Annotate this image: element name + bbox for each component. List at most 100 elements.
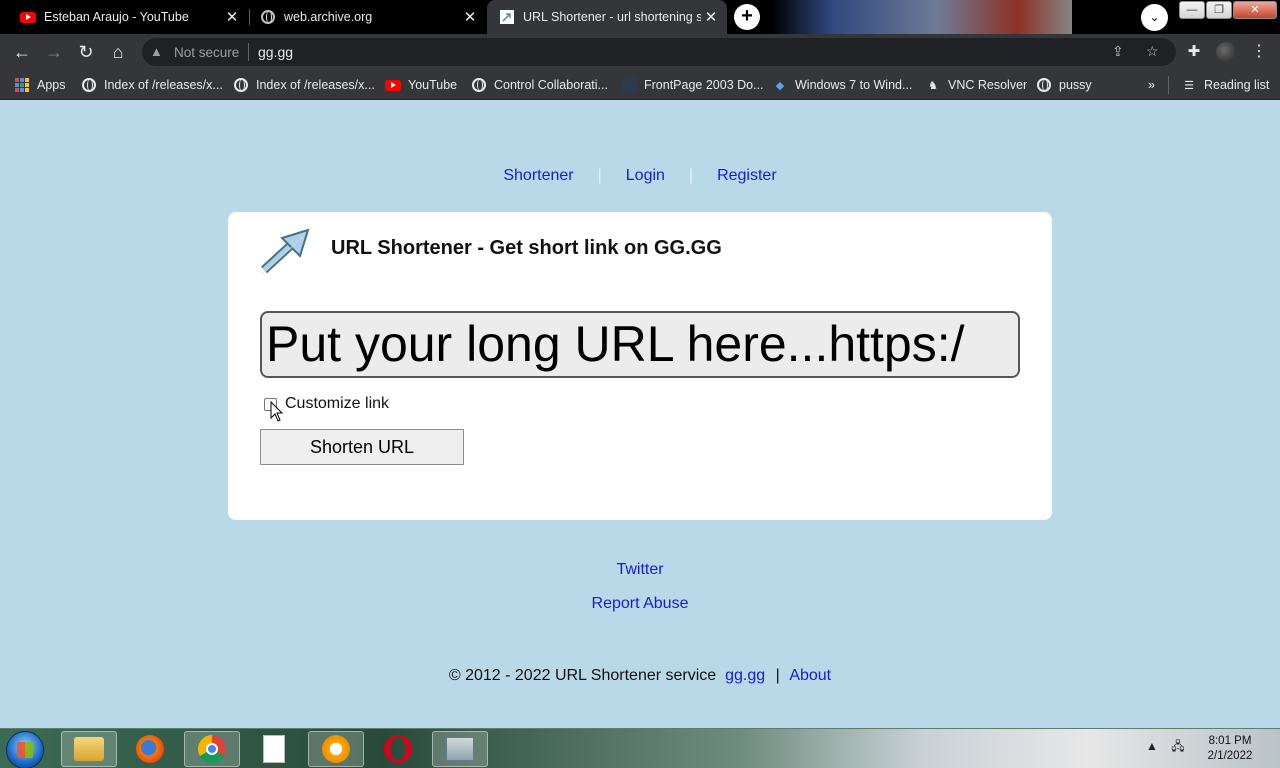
back-icon[interactable]: ← xyxy=(10,40,34,64)
system-clock[interactable]: 8:01 PM 2/1/2022 xyxy=(1200,734,1260,764)
close-window-button[interactable]: ✕ xyxy=(1233,1,1277,19)
bookmark-label: pussy xyxy=(1059,78,1092,92)
bookmark-frontpage[interactable]: FrontPage 2003 Do... xyxy=(621,76,764,94)
opera-icon[interactable] xyxy=(370,731,426,767)
footer-report-row: Report Abuse xyxy=(0,595,1280,613)
arrow-logo-icon xyxy=(258,226,314,281)
globe-icon xyxy=(1036,77,1052,93)
tab-web-archive[interactable]: web.archive.org ✕ xyxy=(248,0,486,34)
nav-shortener-link[interactable]: Shortener xyxy=(503,167,573,184)
bookmark-apps[interactable]: Apps xyxy=(14,76,66,94)
close-tab-icon[interactable]: ✕ xyxy=(701,8,721,26)
tab-youtube[interactable]: Esteban Araujo - YouTube ✕ xyxy=(8,0,248,34)
task-manager-icon[interactable] xyxy=(432,731,488,767)
extensions-icon[interactable]: ✚ xyxy=(1182,40,1206,64)
share-icon[interactable]: ⇪ xyxy=(1112,43,1124,60)
chrome-icon[interactable] xyxy=(184,731,240,767)
close-tab-icon[interactable]: ✕ xyxy=(222,8,242,26)
globe-icon xyxy=(260,9,276,25)
reading-list-icon: ☰ xyxy=(1184,79,1194,92)
tab-search-button[interactable]: ⌄ xyxy=(1141,4,1168,31)
windows-taskbar: ▲ 🖧 8:01 PM 2/1/2022 xyxy=(0,728,1280,768)
close-tab-icon[interactable]: ✕ xyxy=(460,8,480,26)
bookmark-label: Index of /releases/x... xyxy=(256,78,375,92)
restore-button[interactable]: ❐ xyxy=(1206,1,1232,19)
footer-twitter-row: Twitter xyxy=(0,561,1280,579)
home-icon[interactable]: ⌂ xyxy=(106,40,130,64)
avast-icon[interactable] xyxy=(308,731,364,767)
bookmark-index-releases-2[interactable]: Index of /releases/x... xyxy=(233,76,375,94)
nav-separator: | xyxy=(597,167,602,184)
clock-date: 2/1/2022 xyxy=(1207,750,1253,762)
globe-icon xyxy=(233,77,249,93)
tray-expand-icon[interactable]: ▲ xyxy=(1146,739,1158,753)
bookmark-star-icon[interactable]: ☆ xyxy=(1146,43,1159,60)
windows-icon: ◆ xyxy=(775,79,785,92)
globe-icon xyxy=(81,77,97,93)
window-controls: — ❐ ✕ xyxy=(1179,1,1278,19)
explorer-icon[interactable] xyxy=(61,731,117,767)
reading-list-button[interactable]: ☰ Reading list xyxy=(1168,76,1269,94)
reload-icon[interactable]: ↻ xyxy=(74,40,98,64)
bookmark-label: VNC Resolver xyxy=(948,78,1028,92)
youtube-icon xyxy=(20,9,36,25)
shortener-card: URL Shortener - Get short link on GG.GG … xyxy=(228,212,1052,520)
clock-time: 8:01 PM xyxy=(1208,735,1252,747)
bookmark-vnc-resolver[interactable]: ♞ VNC Resolver xyxy=(925,76,1027,94)
top-nav: Shortener | Login | Register xyxy=(0,167,1280,185)
bookmark-windows-7[interactable]: ◆ Windows 7 to Wind... xyxy=(772,76,913,94)
copyright-text: © 2012 - 2022 URL Shortener service xyxy=(448,667,717,684)
menu-kebab-icon[interactable]: ⋮ xyxy=(1247,40,1271,64)
tab-title: Esteban Araujo - YouTube xyxy=(44,10,189,24)
tab-title: URL Shortener - url shortening se xyxy=(523,10,701,24)
nav-separator: | xyxy=(688,167,694,184)
desktop-wallpaper-strip xyxy=(772,0,1072,34)
bookmark-youtube[interactable]: YouTube xyxy=(385,76,457,94)
bookmarks-overflow-button[interactable]: » xyxy=(1148,76,1155,94)
about-link[interactable]: About xyxy=(789,667,831,684)
divider xyxy=(248,43,249,61)
network-icon[interactable]: 🖧 xyxy=(1171,739,1184,753)
bookmark-index-releases-1[interactable]: Index of /releases/x... xyxy=(81,76,223,94)
browser-toolbar: ← → ↻ ⌂ ▲ Not secure gg.gg ⇪ ☆ ✚ ⋮ xyxy=(0,34,1280,70)
firefox-icon[interactable] xyxy=(122,731,178,767)
gg-gg-link[interactable]: gg.gg xyxy=(725,667,765,684)
start-button[interactable] xyxy=(6,731,44,768)
tab-url-shortener[interactable]: URL Shortener - url shortening se ✕ xyxy=(487,0,727,34)
bookmark-9[interactable]: pussy xyxy=(1036,76,1092,94)
arrow-icon xyxy=(499,9,515,25)
bookmark-label: Apps xyxy=(37,78,66,92)
frontpage-icon xyxy=(621,77,637,93)
nav-login-link[interactable]: Login xyxy=(626,167,665,184)
twitter-link[interactable]: Twitter xyxy=(616,561,663,578)
mouse-cursor-icon xyxy=(270,400,284,428)
customize-link-label[interactable]: Customize link xyxy=(285,395,389,413)
bookmark-control-collaboration[interactable]: Control Collaborati... xyxy=(471,76,608,94)
tab-title: web.archive.org xyxy=(284,10,373,24)
bookmark-label: YouTube xyxy=(408,78,458,92)
document-icon[interactable] xyxy=(246,731,302,767)
long-url-input[interactable]: Put your long URL here...https:/ xyxy=(260,311,1020,378)
forward-icon[interactable]: → xyxy=(42,40,66,64)
tray-icons: ▲ 🖧 xyxy=(1146,737,1185,758)
apps-grid-icon xyxy=(14,77,30,93)
copyright-footer: © 2012 - 2022 URL Shortener service gg.g… xyxy=(0,667,1280,685)
report-abuse-link[interactable]: Report Abuse xyxy=(592,595,689,612)
nav-register-link[interactable]: Register xyxy=(717,167,777,184)
profile-avatar[interactable] xyxy=(1216,42,1236,62)
shorten-url-button[interactable]: Shorten URL xyxy=(260,429,464,465)
bookmarks-bar: Apps Index of /releases/x... Index of /r… xyxy=(0,70,1280,100)
warning-icon[interactable]: ▲ xyxy=(150,44,163,59)
security-label[interactable]: Not secure xyxy=(174,45,239,60)
youtube-icon xyxy=(385,77,401,93)
url-text[interactable]: gg.gg xyxy=(258,44,293,60)
address-bar[interactable]: ▲ Not secure gg.gg ⇪ ☆ xyxy=(142,38,1176,66)
tab-strip: Esteban Araujo - YouTube ✕ web.archive.o… xyxy=(0,0,1280,34)
reading-list-label: Reading list xyxy=(1204,78,1270,92)
globe-icon xyxy=(471,77,487,93)
page-title: URL Shortener - Get short link on GG.GG xyxy=(331,237,722,259)
new-tab-button[interactable]: + xyxy=(734,4,760,30)
minimize-button[interactable]: — xyxy=(1179,1,1205,19)
bookmark-label: FrontPage 2003 Do... xyxy=(644,78,764,92)
bookmark-label: Control Collaborati... xyxy=(494,78,608,92)
